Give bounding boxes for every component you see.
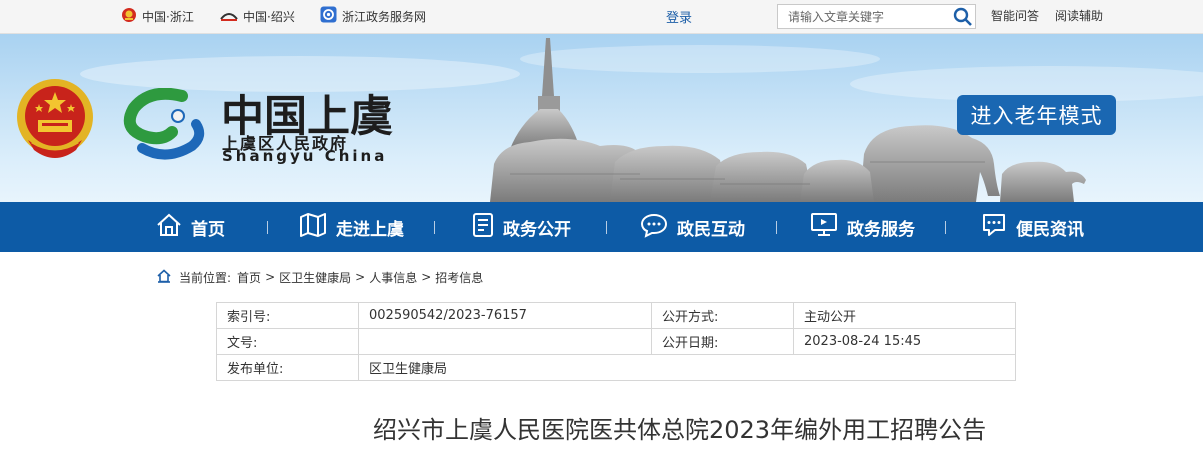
home-icon: [156, 213, 182, 242]
bridge-icon: [220, 7, 238, 26]
publisher-value: 区卫生健康局: [358, 354, 1016, 381]
main-nav: 首页 走进上虞 政务公开 政民互动 政务服务 便民资讯: [0, 202, 1203, 252]
doc-no-value: [358, 328, 652, 355]
nav-divider: [776, 221, 777, 234]
login-link[interactable]: 登录: [666, 7, 692, 26]
service-icon: [320, 6, 337, 26]
info-table: 索引号: 002590542/2023-76157 公开方式: 主动公开 文号:…: [216, 302, 1016, 381]
elder-mode-button[interactable]: 进入老年模式: [957, 95, 1116, 135]
search-icon[interactable]: [953, 7, 973, 27]
link-shaoxing[interactable]: 中国·绍兴: [220, 7, 295, 25]
nav-item-services[interactable]: 政务服务: [810, 202, 915, 252]
document-icon: [472, 212, 494, 243]
link-zjzwfw[interactable]: 浙江政务服务网: [320, 6, 426, 26]
message-icon: [981, 212, 1007, 243]
doc-no-label: 文号:: [216, 328, 359, 355]
breadcrumb-health-bureau[interactable]: 区卫生健康局: [279, 269, 351, 286]
publisher-label: 发布单位:: [216, 354, 359, 381]
nav-divider: [606, 221, 607, 234]
index-no-value: 002590542/2023-76157: [358, 302, 652, 329]
publish-date-label: 公开日期:: [651, 328, 794, 355]
smart-qa-link[interactable]: 智能问答: [991, 7, 1039, 24]
breadcrumb: 当前位置: 首页 > 区卫生健康局 > 人事信息 > 招考信息: [157, 268, 483, 286]
header-banner: 中国上虞 上虞区人民政府 Shangyu China 进入老年模式: [0, 34, 1203, 202]
site-english-name: Shangyu China: [222, 147, 388, 165]
top-bar: 中国·浙江 中国·绍兴 浙江政务服务网 登录 智能问答 阅读辅助: [0, 0, 1203, 34]
publish-method-value: 主动公开: [793, 302, 1016, 329]
nav-divider: [434, 221, 435, 234]
nav-item-gov-affairs[interactable]: 政务公开: [472, 202, 571, 252]
map-icon: [299, 212, 327, 243]
search-box: [777, 4, 976, 29]
nav-item-info[interactable]: 便民资讯: [981, 202, 1084, 252]
breadcrumb-home[interactable]: 首页: [237, 269, 261, 286]
emblem-icon: [121, 7, 137, 26]
breadcrumb-recruitment[interactable]: 招考信息: [435, 269, 483, 286]
nav-item-home[interactable]: 首页: [156, 202, 225, 252]
nav-divider: [267, 221, 268, 234]
table-row: 文号: 公开日期: 2023-08-24 15:45: [216, 328, 1016, 355]
breadcrumb-personnel[interactable]: 人事信息: [369, 269, 417, 286]
nav-item-about[interactable]: 走进上虞: [299, 202, 404, 252]
nav-item-interaction[interactable]: 政民互动: [640, 202, 745, 252]
monitor-icon: [810, 212, 838, 243]
reading-aid-link[interactable]: 阅读辅助: [1055, 7, 1103, 24]
link-zhejiang[interactable]: 中国·浙江: [121, 7, 194, 25]
publish-date-value: 2023-08-24 15:45: [793, 328, 1016, 355]
article-title: 绍兴市上虞人民医院医共体总院2023年编外用工招聘公告: [373, 416, 987, 444]
search-input[interactable]: [778, 5, 958, 28]
index-no-label: 索引号:: [216, 302, 359, 329]
chat-icon: [640, 212, 668, 243]
nav-divider: [945, 221, 946, 234]
table-row: 索引号: 002590542/2023-76157 公开方式: 主动公开: [216, 302, 1016, 329]
breadcrumb-prefix: 当前位置:: [179, 270, 232, 285]
national-emblem-icon: [17, 79, 93, 158]
publish-method-label: 公开方式:: [651, 302, 794, 329]
home-icon: [157, 268, 171, 286]
shangyu-logo-icon: [123, 88, 205, 160]
table-row: 发布单位: 区卫生健康局: [216, 354, 1016, 381]
